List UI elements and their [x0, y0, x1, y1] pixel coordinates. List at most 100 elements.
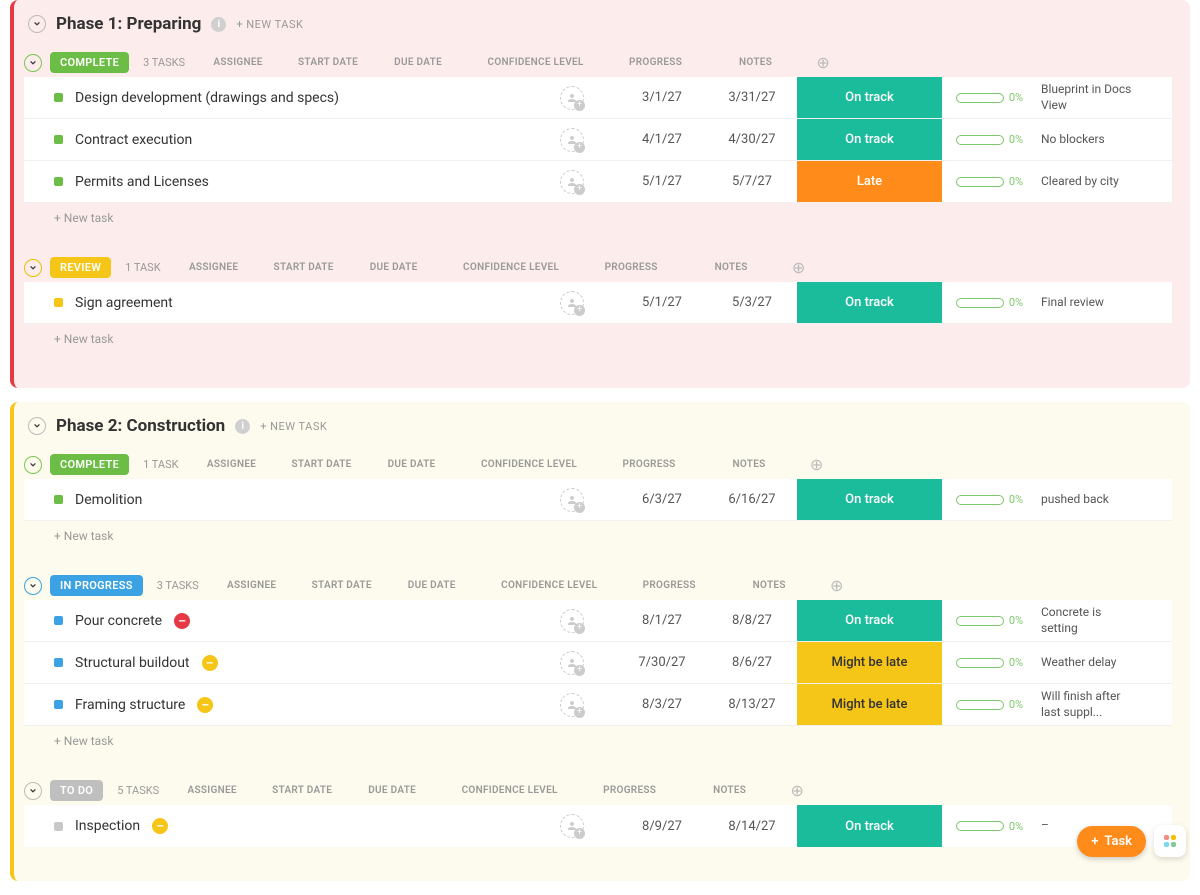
notes-cell[interactable]: Final review [1037, 295, 1142, 311]
task-row[interactable]: Framing structure – 8/3/27 8/13/27 Might… [24, 684, 1172, 726]
collapse-icon[interactable] [24, 456, 42, 474]
due-date-cell[interactable]: 5/7/27 [707, 174, 797, 189]
new-task-row-button[interactable]: + New task [24, 324, 1172, 354]
col-start-date[interactable]: START DATE [257, 785, 347, 796]
col-start-date[interactable]: START DATE [277, 459, 367, 470]
notes-cell[interactable]: Cleared by city [1037, 174, 1142, 190]
task-row[interactable]: Contract execution 4/1/27 4/30/27 On tra… [24, 119, 1172, 161]
task-row[interactable]: Structural buildout – 7/30/27 8/6/27 Mig… [24, 642, 1172, 684]
col-assignee[interactable]: ASSIGNEE [207, 580, 297, 591]
col-assignee[interactable]: ASSIGNEE [167, 785, 257, 796]
assign-avatar-icon[interactable] [560, 693, 584, 717]
confidence-cell[interactable]: On track [797, 77, 942, 118]
assign-avatar-icon[interactable] [560, 170, 584, 194]
col-confidence[interactable]: CONFIDENCE LEVEL [457, 459, 602, 470]
start-date-cell[interactable]: 3/1/27 [617, 90, 707, 105]
status-dot-icon[interactable] [54, 177, 63, 186]
status-dot-icon[interactable] [54, 93, 63, 102]
due-date-cell[interactable]: 5/3/27 [707, 295, 797, 310]
col-notes[interactable]: NOTES [697, 459, 802, 470]
status-pill[interactable]: IN PROGRESS [50, 575, 143, 596]
col-due-date[interactable]: DUE DATE [347, 785, 437, 796]
task-name[interactable]: Inspection [75, 818, 140, 834]
notes-cell[interactable]: pushed back [1037, 492, 1142, 508]
add-column-button[interactable]: ⊕ [782, 781, 812, 800]
col-due-date[interactable]: DUE DATE [367, 459, 457, 470]
task-name[interactable]: Contract execution [75, 132, 192, 148]
start-date-cell[interactable]: 5/1/27 [617, 174, 707, 189]
new-task-row-button[interactable]: + New task [24, 203, 1172, 233]
phase-title[interactable]: Phase 1: Preparing [56, 14, 201, 34]
status-dot-icon[interactable] [54, 658, 63, 667]
confidence-cell[interactable]: On track [797, 119, 942, 160]
collapse-icon[interactable] [24, 577, 42, 595]
start-date-cell[interactable]: 8/9/27 [617, 819, 707, 834]
task-row[interactable]: Demolition 6/3/27 6/16/27 On track 0% pu… [24, 479, 1172, 521]
phase-title[interactable]: Phase 2: Construction [56, 416, 225, 436]
priority-icon[interactable]: – [174, 613, 190, 629]
col-due-date[interactable]: DUE DATE [373, 57, 463, 68]
progress-cell[interactable]: 0% [942, 133, 1037, 146]
task-name[interactable]: Demolition [75, 492, 142, 508]
confidence-cell[interactable]: Late [797, 161, 942, 202]
due-date-cell[interactable]: 4/30/27 [707, 132, 797, 147]
task-name[interactable]: Design development (drawings and specs) [75, 90, 339, 106]
task-row[interactable]: Sign agreement 5/1/27 5/3/27 On track 0%… [24, 282, 1172, 324]
col-progress[interactable]: PROGRESS [622, 580, 717, 591]
col-notes[interactable]: NOTES [703, 57, 808, 68]
task-name[interactable]: Framing structure [75, 697, 185, 713]
task-row[interactable]: Permits and Licenses 5/1/27 5/7/27 Late … [24, 161, 1172, 203]
assignee-cell[interactable] [527, 86, 617, 110]
col-notes[interactable]: NOTES [679, 262, 784, 273]
progress-cell[interactable]: 0% [942, 296, 1037, 309]
notes-cell[interactable]: Will finish after last suppl... [1037, 689, 1142, 720]
collapse-icon[interactable] [24, 54, 42, 72]
assignee-cell[interactable] [527, 488, 617, 512]
col-due-date[interactable]: DUE DATE [387, 580, 477, 591]
collapse-icon[interactable] [24, 259, 42, 277]
status-pill[interactable]: REVIEW [50, 257, 111, 278]
col-notes[interactable]: NOTES [717, 580, 822, 591]
due-date-cell[interactable]: 8/14/27 [707, 819, 797, 834]
due-date-cell[interactable]: 8/13/27 [707, 697, 797, 712]
assign-avatar-icon[interactable] [560, 488, 584, 512]
start-date-cell[interactable]: 4/1/27 [617, 132, 707, 147]
status-dot-icon[interactable] [54, 700, 63, 709]
notes-cell[interactable]: Weather delay [1037, 655, 1142, 671]
collapse-icon[interactable] [28, 15, 46, 33]
status-pill[interactable]: TO DO [50, 780, 103, 801]
col-confidence[interactable]: CONFIDENCE LEVEL [477, 580, 622, 591]
task-name[interactable]: Sign agreement [75, 295, 173, 311]
due-date-cell[interactable]: 3/31/27 [707, 90, 797, 105]
assign-avatar-icon[interactable] [560, 86, 584, 110]
assign-avatar-icon[interactable] [560, 291, 584, 315]
status-pill[interactable]: COMPLETE [50, 52, 129, 73]
info-icon[interactable]: i [235, 419, 250, 434]
due-date-cell[interactable]: 8/6/27 [707, 655, 797, 670]
progress-cell[interactable]: 0% [942, 698, 1037, 711]
start-date-cell[interactable]: 7/30/27 [617, 655, 707, 670]
assignee-cell[interactable] [527, 170, 617, 194]
priority-icon[interactable]: – [197, 697, 213, 713]
task-name[interactable]: Permits and Licenses [75, 174, 209, 190]
assignee-cell[interactable] [527, 814, 617, 838]
col-start-date[interactable]: START DATE [283, 57, 373, 68]
task-name[interactable]: Pour concrete [75, 613, 162, 629]
confidence-cell[interactable]: On track [797, 479, 942, 520]
status-dot-icon[interactable] [54, 298, 63, 307]
col-progress[interactable]: PROGRESS [584, 262, 679, 273]
assignee-cell[interactable] [527, 651, 617, 675]
new-task-header-button[interactable]: + NEW TASK [236, 18, 303, 31]
status-dot-icon[interactable] [54, 495, 63, 504]
confidence-cell[interactable]: Might be late [797, 642, 942, 683]
status-dot-icon[interactable] [54, 135, 63, 144]
notes-cell[interactable]: Concrete is setting [1037, 605, 1142, 636]
priority-icon[interactable]: – [202, 655, 218, 671]
confidence-cell[interactable]: On track [797, 600, 942, 641]
assign-avatar-icon[interactable] [560, 651, 584, 675]
task-row[interactable]: Pour concrete – 8/1/27 8/8/27 On track 0… [24, 600, 1172, 642]
add-column-button[interactable]: ⊕ [802, 455, 832, 474]
priority-icon[interactable]: – [152, 818, 168, 834]
assign-avatar-icon[interactable] [560, 128, 584, 152]
new-task-row-button[interactable]: + New task [24, 521, 1172, 551]
